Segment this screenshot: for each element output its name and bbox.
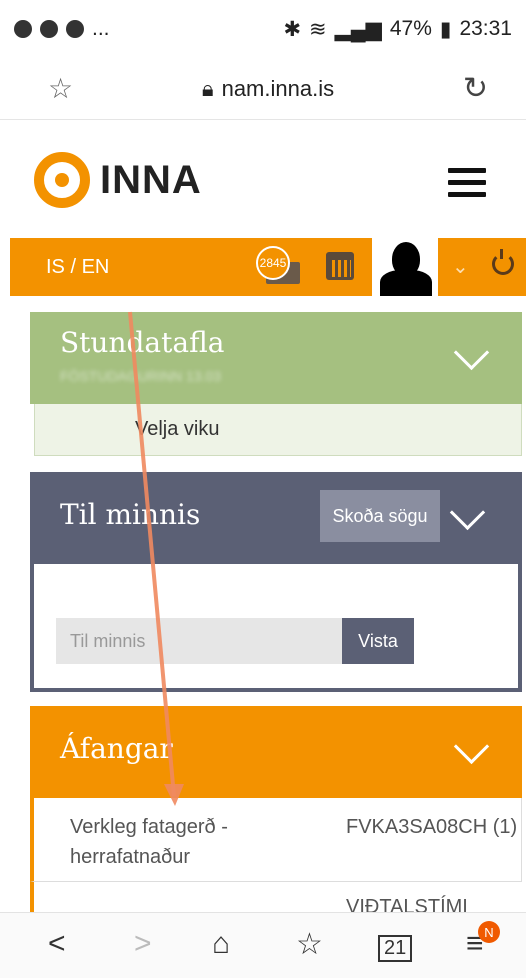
forward-icon[interactable]: > bbox=[134, 927, 152, 961]
avatar[interactable] bbox=[372, 238, 438, 296]
messages-button[interactable]: 2845 bbox=[256, 246, 304, 288]
timetable-panel: Stundatafla FÖSTUDAGURINN 13.03 Velja vi… bbox=[30, 312, 522, 456]
courses-header[interactable]: Áfangar bbox=[30, 706, 522, 798]
calendar-icon[interactable] bbox=[326, 252, 354, 280]
list-item[interactable]: Verkleg fatagerð - herrafatnaður FVKA3SA… bbox=[30, 798, 522, 882]
chevron-down-icon[interactable] bbox=[453, 728, 490, 765]
menu-badge: N bbox=[478, 921, 500, 943]
notification-icon bbox=[14, 20, 32, 38]
courses-panel: Áfangar Verkleg fatagerð - herrafatnaður… bbox=[30, 706, 522, 922]
back-icon[interactable]: < bbox=[48, 927, 66, 961]
bookmark-star-icon[interactable]: ☆ bbox=[48, 72, 73, 105]
view-history-button[interactable]: Skoða sögu bbox=[320, 490, 440, 542]
panel-title: Áfangar bbox=[60, 732, 173, 765]
logo-text: INNA bbox=[100, 157, 202, 202]
facebook-icon bbox=[66, 20, 84, 38]
language-switch[interactable]: IS / EN bbox=[46, 256, 109, 279]
inna-logo[interactable]: INNA bbox=[34, 152, 202, 208]
panel-title: Stundatafla bbox=[60, 326, 225, 359]
course-name: Verkleg fatagerð - herrafatnaður bbox=[70, 816, 228, 868]
more-notifications: ... bbox=[92, 17, 110, 40]
home-icon[interactable]: ⌂ bbox=[212, 927, 230, 961]
battery-icon: ▮ bbox=[439, 17, 452, 41]
logo-ring-icon bbox=[34, 152, 90, 208]
message-count-badge: 2845 bbox=[256, 246, 290, 280]
browser-url-bar: ☆ 🔒︎ nam.inna.is ↻ bbox=[0, 58, 526, 120]
power-icon[interactable] bbox=[492, 249, 514, 275]
timetable-header[interactable]: Stundatafla FÖSTUDAGURINN 13.03 bbox=[30, 312, 522, 404]
signal-icon: ▂▄▆ bbox=[334, 17, 382, 41]
bluetooth-icon: ✱ bbox=[283, 17, 302, 41]
save-button[interactable]: Vista bbox=[342, 618, 414, 664]
status-bar: ... ✱ ≋ ▂▄▆ 47% ▮ 23:31 bbox=[0, 0, 526, 58]
bookmarks-icon[interactable]: ☆ bbox=[296, 927, 323, 962]
browser-bottom-bar: < > ⌂ ☆ 21 ≡ N bbox=[0, 912, 526, 978]
notes-header: Til minnis Skoða sögu bbox=[30, 472, 522, 564]
chevron-down-icon[interactable] bbox=[453, 334, 490, 371]
url-text: nam.inna.is bbox=[221, 75, 335, 101]
location-icon bbox=[40, 20, 58, 38]
chevron-down-icon[interactable]: ⌄ bbox=[452, 254, 469, 279]
notes-panel: Til minnis Skoða sögu Til minnis Vista bbox=[30, 472, 522, 692]
clock: 23:31 bbox=[459, 17, 512, 40]
select-week-link[interactable]: Velja viku bbox=[34, 404, 522, 456]
course-code: FVKA3SA08CH (1) bbox=[346, 816, 518, 838]
reload-icon[interactable]: ↻ bbox=[463, 71, 488, 106]
notes-body: Til minnis Vista bbox=[30, 564, 522, 692]
lock-icon: 🔒︎ bbox=[201, 75, 214, 101]
site-header: INNA bbox=[0, 120, 526, 238]
panel-title: Til minnis bbox=[60, 498, 201, 531]
memo-input[interactable]: Til minnis bbox=[56, 618, 342, 664]
timetable-date: FÖSTUDAGURINN 13.03 bbox=[60, 368, 222, 384]
battery-level: 47% bbox=[389, 17, 432, 40]
hamburger-menu-icon[interactable] bbox=[448, 168, 486, 204]
top-nav-bar: IS / EN 2845 ⌄ bbox=[10, 238, 526, 296]
address-field[interactable]: 🔒︎ nam.inna.is bbox=[202, 76, 334, 102]
chevron-down-icon[interactable] bbox=[449, 494, 486, 531]
wifi-icon: ≋ bbox=[309, 17, 327, 41]
tabs-icon[interactable]: 21 bbox=[378, 935, 413, 962]
